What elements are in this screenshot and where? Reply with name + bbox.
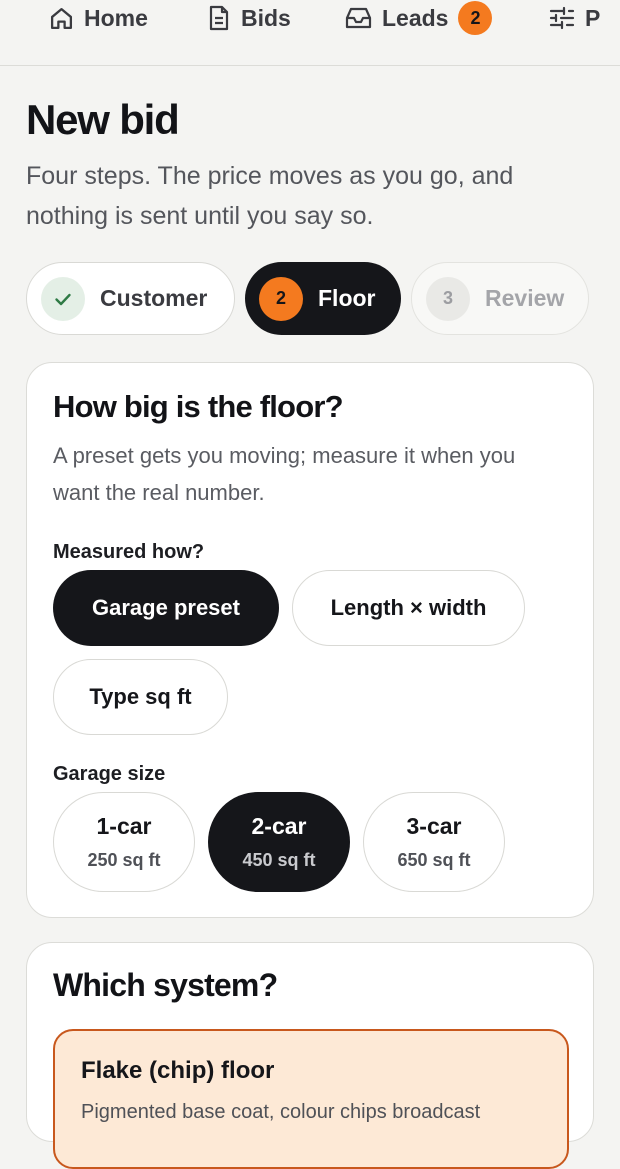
step-floor[interactable]: 2 Floor — [245, 262, 401, 335]
garage-size-label: Garage size — [53, 763, 166, 785]
system-option-flake[interactable]: Flake (chip) floor Pigmented base coat, … — [53, 1029, 569, 1169]
check-icon — [55, 293, 71, 305]
floor-size-card: How big is the floor? A preset gets you … — [26, 362, 594, 918]
size-1-car-option[interactable]: 1-car 250 sq ft — [53, 792, 195, 892]
size-area: 650 sq ft — [397, 850, 471, 870]
step-label-floor: Floor — [318, 285, 376, 311]
step-label-review: Review — [485, 285, 565, 311]
step-number-review: 3 — [426, 276, 470, 321]
system-card: Which system? Flake (chip) floor Pigment… — [26, 942, 594, 1169]
measure-method-label: Measured how? — [53, 541, 205, 563]
step-label-customer: Customer — [100, 285, 208, 311]
home-icon — [50, 7, 73, 29]
size-name: 3-car — [406, 813, 462, 839]
method-garage-preset-button[interactable]: Garage preset — [53, 570, 279, 646]
document-icon — [209, 5, 229, 31]
nav-label-bids: Bids — [241, 4, 291, 31]
size-3-car-option[interactable]: 3-car 650 sq ft — [363, 792, 505, 892]
nav-item-home[interactable]: Home — [49, 0, 148, 36]
nav-item-settings[interactable]: P — [549, 0, 600, 36]
system-card-title: Which system? — [53, 967, 278, 1003]
size-area: 250 sq ft — [87, 850, 161, 870]
sliders-icon — [549, 6, 575, 30]
floor-card-description: A preset gets you moving; measure it whe… — [53, 443, 516, 505]
nav-label-leads: Leads — [382, 4, 449, 31]
nav-label-settings: P — [585, 4, 601, 31]
floor-card-title: How big is the floor? — [53, 389, 344, 424]
step-customer[interactable]: Customer — [26, 262, 235, 335]
step-done-marker — [41, 276, 85, 321]
page-subtitle: Four steps. The price moves as you go, a… — [26, 162, 514, 230]
nav-item-bids[interactable]: Bids — [207, 0, 291, 36]
method-length-width-button[interactable]: Length × width — [292, 570, 525, 646]
size-2-car-option[interactable]: 2-car 450 sq ft — [208, 792, 350, 892]
inbox-icon — [345, 7, 372, 29]
leads-count-badge: 2 — [458, 1, 493, 35]
nav-item-leads[interactable]: Leads 2 — [345, 0, 493, 36]
size-name: 1-car — [96, 813, 152, 839]
nav-label-home: Home — [84, 4, 148, 31]
size-name: 2-car — [251, 813, 307, 839]
system-option-name: Flake (chip) floor — [81, 1057, 275, 1084]
page-title: New bid — [26, 96, 180, 143]
step-review[interactable]: 3 Review — [411, 262, 589, 335]
top-nav: Home Bids Leads 2 P — [0, 0, 620, 66]
step-number-floor: 2 — [259, 276, 303, 321]
size-area: 450 sq ft — [242, 850, 316, 870]
method-type-sqft-button[interactable]: Type sq ft — [53, 659, 228, 735]
